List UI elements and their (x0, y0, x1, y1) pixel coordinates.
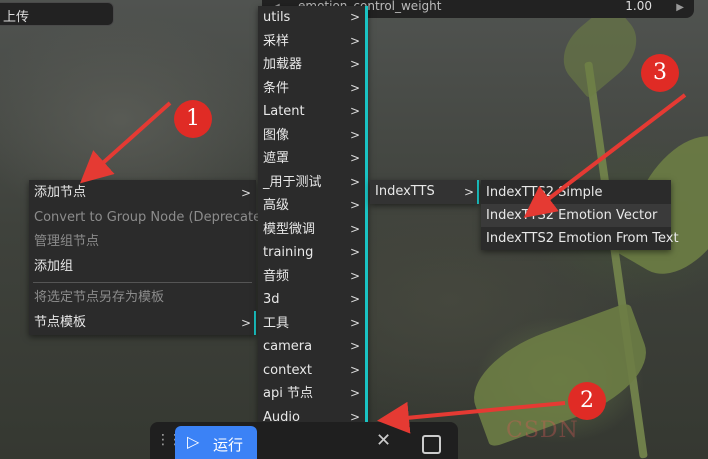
annotation-arrow-3 (523, 93, 687, 218)
annotation-arrow-1 (80, 101, 172, 184)
annotation-badge-3: 3 (641, 54, 679, 92)
annotation-badge-2: 2 (568, 382, 606, 420)
annotation-badge-1: 1 (174, 100, 212, 138)
annotation-arrow-2 (377, 401, 566, 434)
